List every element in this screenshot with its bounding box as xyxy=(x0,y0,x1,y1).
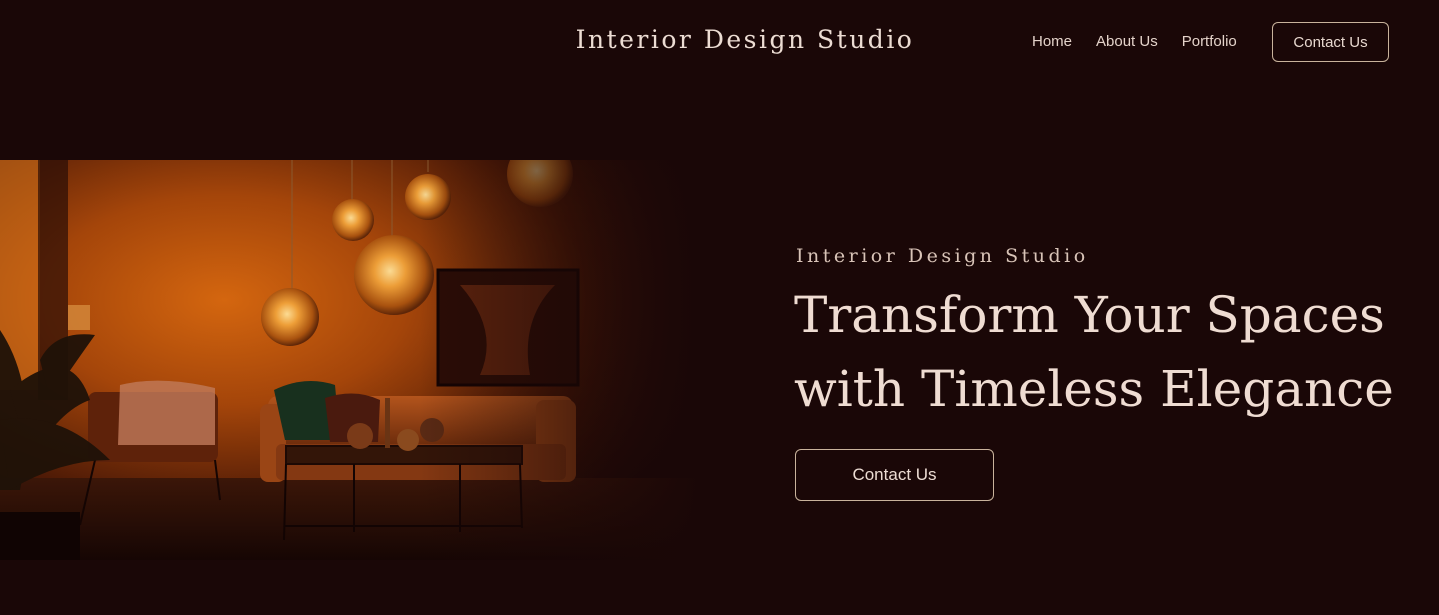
hero-eyebrow: Interior Design Studio xyxy=(796,245,1089,267)
page: Interior Design Studio Home About Us Por… xyxy=(0,0,1439,615)
main-nav: Home About Us Portfolio xyxy=(1032,33,1237,50)
hero-headline-line-1: Transform Your Spaces xyxy=(794,286,1385,344)
nav-home[interactable]: Home xyxy=(1032,33,1072,50)
living-room-illustration xyxy=(0,160,700,560)
hero-image xyxy=(0,160,700,560)
header-contact-button[interactable]: Contact Us xyxy=(1272,22,1389,62)
hero-headline: Transform Your Spaces with Timeless Eleg… xyxy=(794,278,1434,426)
hero-contact-button[interactable]: Contact Us xyxy=(795,449,994,501)
hero-headline-line-2: with Timeless Elegance xyxy=(794,360,1394,418)
nav-about-us[interactable]: About Us xyxy=(1096,33,1158,50)
nav-portfolio[interactable]: Portfolio xyxy=(1182,33,1237,50)
